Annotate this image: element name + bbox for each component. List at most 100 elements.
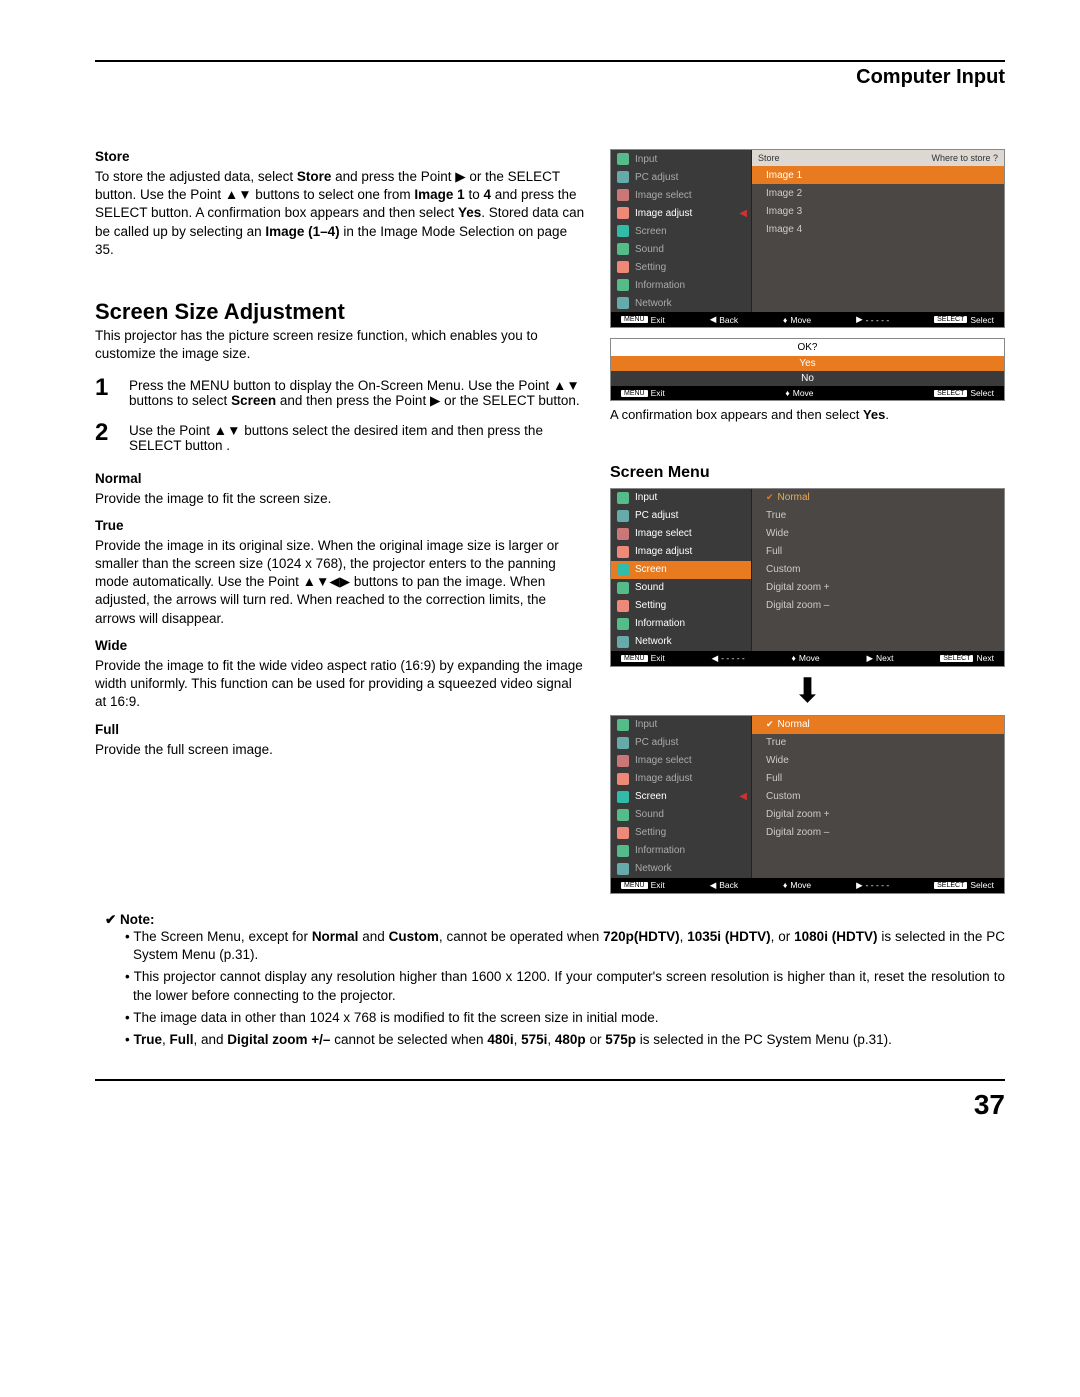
section-title: Screen Size Adjustment	[95, 299, 585, 325]
full-heading: Full	[95, 722, 585, 737]
store-heading: Store	[95, 149, 585, 164]
txt: , or	[771, 929, 795, 944]
bold: 720p(HDTV)	[603, 929, 680, 944]
bold: Custom	[389, 929, 439, 944]
menu-label: Sound	[635, 582, 664, 593]
page-number: 37	[95, 1089, 1005, 1121]
setting-icon	[617, 600, 629, 612]
option-image2: Image 2	[752, 184, 1004, 202]
menu-label: Sound	[635, 244, 664, 255]
bold: 1035i (HDTV)	[687, 929, 770, 944]
menu-label: Input	[635, 492, 657, 503]
txt: .	[885, 407, 889, 422]
confirm-footer: MENUExit ♦ Move SELECTSelect	[611, 386, 1004, 400]
menu-label: Setting	[635, 600, 666, 611]
bold: Normal	[312, 929, 359, 944]
note-item: True, Full, and Digital zoom +/– cannot …	[115, 1031, 1005, 1049]
foot-back: Back	[719, 315, 738, 325]
txt: to	[465, 187, 484, 202]
bold: Digital zoom +/–	[227, 1032, 330, 1047]
chevron-left-icon: ◀	[739, 208, 747, 219]
confirm-yes: Yes	[611, 356, 1004, 371]
osd-footer: MENUExit ◀ Back ♦ Move ▶ - - - - - SELEC…	[611, 312, 1004, 327]
opt-true: True	[752, 734, 1004, 752]
menu-label: Network	[635, 863, 672, 874]
opt-wide: Wide	[752, 752, 1004, 770]
wide-heading: Wide	[95, 638, 585, 653]
menu-label: Information	[635, 280, 685, 291]
input-icon	[617, 153, 629, 165]
sound-icon	[617, 582, 629, 594]
foot-move: Move	[799, 653, 820, 663]
foot-next: - - - - -	[866, 880, 890, 890]
menu-label: Information	[635, 845, 685, 856]
store-label: Store	[758, 153, 780, 163]
txt: ,	[514, 1032, 522, 1047]
txt: Use the Point ▲▼ buttons select the desi…	[129, 423, 585, 453]
store-paragraph: To store the adjusted data, select Store…	[95, 168, 585, 259]
opt-dzminus: Digital zoom –	[752, 597, 1004, 615]
menu-badge: MENU	[621, 316, 648, 323]
rule-bottom	[95, 1079, 1005, 1081]
opt-normal: Normal	[778, 492, 810, 503]
imageselect-icon	[617, 755, 629, 767]
menu-label: Image select	[635, 755, 692, 766]
left-column: Store To store the adjusted data, select…	[95, 149, 585, 898]
txt: To store the adjusted data, select	[95, 169, 297, 184]
rule-top	[95, 60, 1005, 62]
opt-normal: Normal	[778, 719, 810, 730]
menu-label: Network	[635, 298, 672, 309]
opt-full: Full	[752, 770, 1004, 788]
bold: 480i	[487, 1032, 513, 1047]
osd-footer: MENUExit ◀ Back ♦ Move ▶ - - - - - SELEC…	[611, 878, 1004, 893]
menu-badge: MENU	[621, 390, 648, 397]
menu-label: Setting	[635, 262, 666, 273]
screen-icon	[617, 791, 629, 803]
bold: Image 1	[414, 187, 464, 202]
step-1: 1 Press the MENU button to display the O…	[95, 374, 585, 409]
bold: Screen	[231, 393, 276, 408]
note-item: The image data in other than 1024 x 768 …	[115, 1009, 1005, 1027]
menu-label: Image select	[635, 528, 692, 539]
foot-next: - - - - -	[866, 315, 890, 325]
pcadjust-icon	[617, 737, 629, 749]
osd-screen-menu: Input PC adjust Image select Image adjus…	[610, 488, 1005, 667]
option-image1: Image 1	[752, 166, 1004, 184]
bold: 4	[483, 187, 491, 202]
menu-label: Information	[635, 618, 685, 629]
true-text: Provide the image in its original size. …	[95, 537, 585, 628]
check-icon: ✔	[766, 719, 774, 730]
section-intro: This projector has the picture screen re…	[95, 327, 585, 363]
foot-select: Select	[970, 388, 994, 398]
option-image3: Image 3	[752, 202, 1004, 220]
check-icon: ✔	[766, 492, 774, 503]
txt: is selected in the PC System Menu (p.31)…	[636, 1032, 892, 1047]
foot-move: Move	[790, 315, 811, 325]
opt-custom: Custom	[752, 788, 1004, 806]
opt-dzplus: Digital zoom +	[752, 579, 1004, 597]
menu-label: PC adjust	[635, 510, 678, 521]
bold: 480p	[555, 1032, 586, 1047]
txt: The Screen Menu, except for	[133, 929, 311, 944]
select-badge: SELECT	[934, 390, 967, 397]
foot-move: Move	[790, 880, 811, 890]
bold: Yes	[863, 407, 885, 422]
menu-label: Network	[635, 636, 672, 647]
bold: 575p	[605, 1032, 636, 1047]
setting-icon	[617, 827, 629, 839]
network-icon	[617, 863, 629, 875]
foot-back: Back	[719, 880, 738, 890]
wide-text: Provide the image to fit the wide video …	[95, 657, 585, 712]
true-heading: True	[95, 518, 585, 533]
info-icon	[617, 279, 629, 291]
sound-icon	[617, 243, 629, 255]
imageselect-icon	[617, 189, 629, 201]
imageadjust-icon	[617, 546, 629, 558]
foot-back: - - - - -	[721, 653, 745, 663]
menu-label: Setting	[635, 827, 666, 838]
bold: Image (1–4)	[265, 224, 339, 239]
menu-label: Image select	[635, 190, 692, 201]
menu-label: Input	[635, 719, 657, 730]
txt: or	[586, 1032, 606, 1047]
menu-label: PC adjust	[635, 172, 678, 183]
